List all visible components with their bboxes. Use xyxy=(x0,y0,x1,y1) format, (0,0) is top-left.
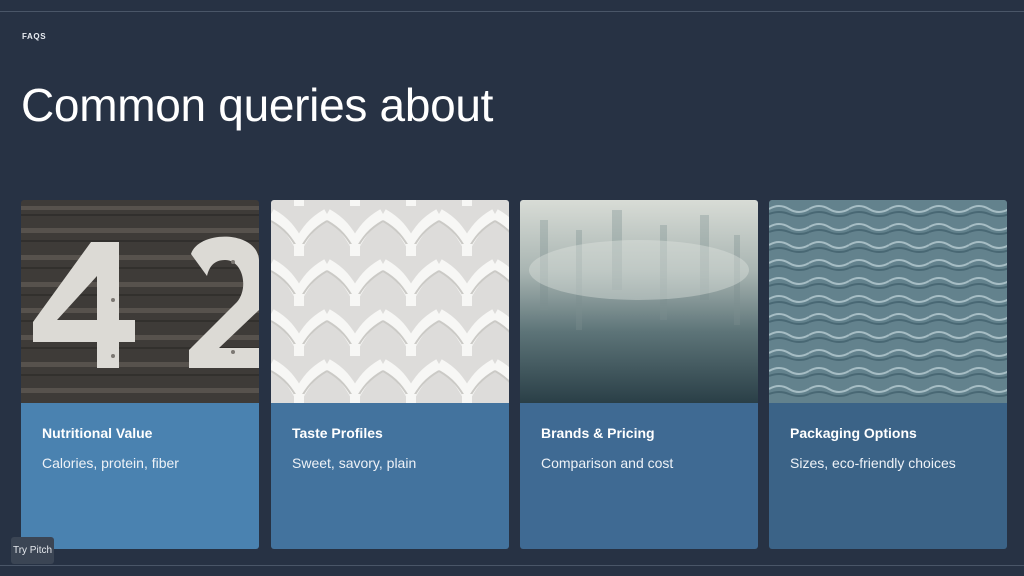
page-title: Common queries about xyxy=(21,79,494,131)
white-lattice-image xyxy=(271,200,509,403)
bottom-divider xyxy=(0,565,1024,566)
section-eyebrow: FAQS xyxy=(22,32,47,41)
card-title: Taste Profiles xyxy=(292,425,383,441)
card-title: Brands & Pricing xyxy=(541,425,655,441)
card-description: Sizes, eco-friendly choices xyxy=(790,455,956,471)
card-description: Comparison and cost xyxy=(541,455,674,471)
try-pitch-button[interactable]: Try Pitch xyxy=(11,537,54,564)
faq-card-nutritional-value[interactable]: Nutritional Value Calories, protein, fib… xyxy=(21,200,259,549)
faq-card-body: Nutritional Value Calories, protein, fib… xyxy=(21,403,259,549)
water-waves-image xyxy=(769,200,1007,403)
card-description: Sweet, savory, plain xyxy=(292,455,417,471)
faq-cards: Nutritional Value Calories, protein, fib… xyxy=(21,200,1007,549)
faq-card-packaging-options[interactable]: Packaging Options Sizes, eco-friendly ch… xyxy=(769,200,1007,549)
faq-card-taste-profiles[interactable]: Taste Profiles Sweet, savory, plain xyxy=(271,200,509,549)
faq-card-body: Brands & Pricing Comparison and cost xyxy=(520,403,758,549)
card-description: Calories, protein, fiber xyxy=(42,455,179,471)
faq-card-body: Packaging Options Sizes, eco-friendly ch… xyxy=(769,403,1007,549)
house-number-42-image xyxy=(21,200,259,403)
top-divider xyxy=(0,11,1024,12)
faq-card-brands-pricing[interactable]: Brands & Pricing Comparison and cost xyxy=(520,200,758,549)
misty-fog-image xyxy=(520,200,758,403)
card-title: Nutritional Value xyxy=(42,425,153,441)
faq-card-body: Taste Profiles Sweet, savory, plain xyxy=(271,403,509,549)
card-title: Packaging Options xyxy=(790,425,917,441)
